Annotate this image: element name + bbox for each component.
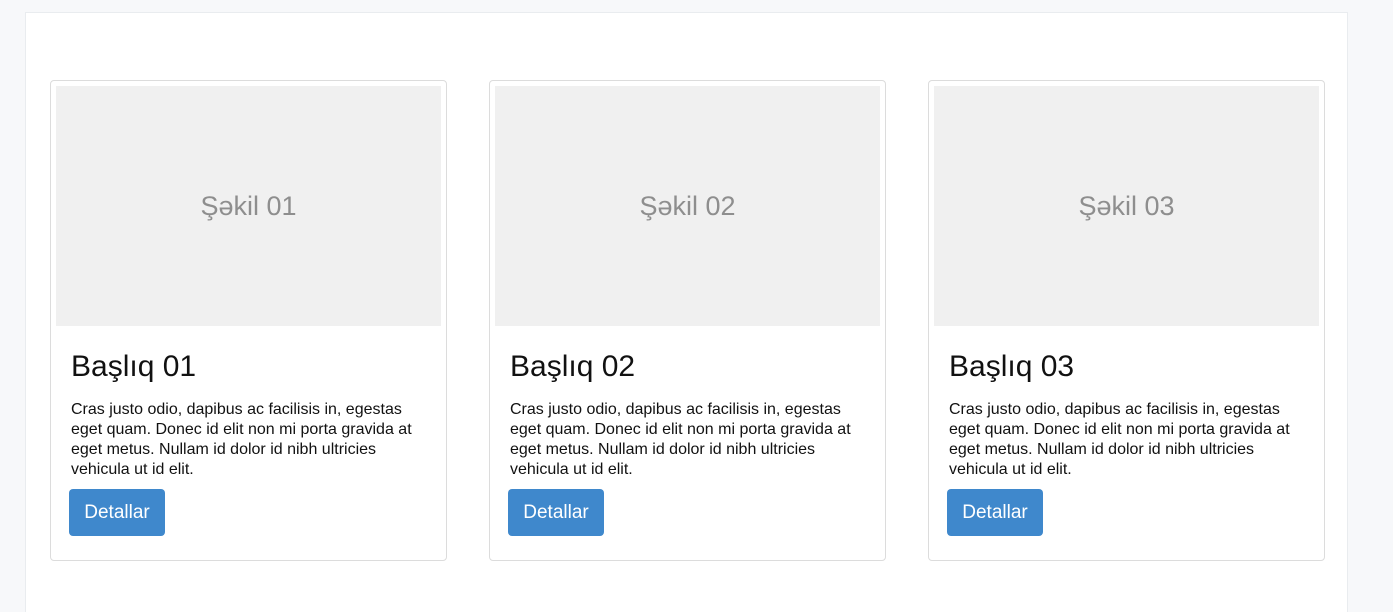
card-text: Cras justo odio, dapibus ac facilisis in… bbox=[949, 401, 1290, 478]
card-1: Şəkil 01 Başlıq 01 Cras justo odio, dapi… bbox=[50, 80, 447, 561]
page-container: Şəkil 01 Başlıq 01 Cras justo odio, dapi… bbox=[25, 12, 1348, 612]
details-button[interactable]: Detallar bbox=[508, 489, 604, 536]
card-title: Başlıq 02 bbox=[510, 350, 636, 383]
card-title: Başlıq 01 bbox=[71, 350, 197, 383]
details-button[interactable]: Detallar bbox=[947, 489, 1043, 536]
card-image-placeholder: Şəkil 01 bbox=[56, 86, 441, 326]
card-image-placeholder: Şəkil 02 bbox=[495, 86, 880, 326]
card-2: Şəkil 02 Başlıq 02 Cras justo odio, dapi… bbox=[489, 80, 886, 561]
card-image-label: Şəkil 02 bbox=[639, 190, 736, 221]
card-text: Cras justo odio, dapibus ac facilisis in… bbox=[510, 401, 851, 478]
card-text: Cras justo odio, dapibus ac facilisis in… bbox=[71, 401, 412, 478]
card-3: Şəkil 03 Başlıq 03 Cras justo odio, dapi… bbox=[928, 80, 1325, 561]
card-image-label: Şəkil 03 bbox=[1078, 190, 1175, 221]
card-image-label: Şəkil 01 bbox=[200, 190, 297, 221]
details-button[interactable]: Detallar bbox=[69, 489, 165, 536]
card-title: Başlıq 03 bbox=[949, 350, 1075, 383]
card-image-placeholder: Şəkil 03 bbox=[934, 86, 1319, 326]
